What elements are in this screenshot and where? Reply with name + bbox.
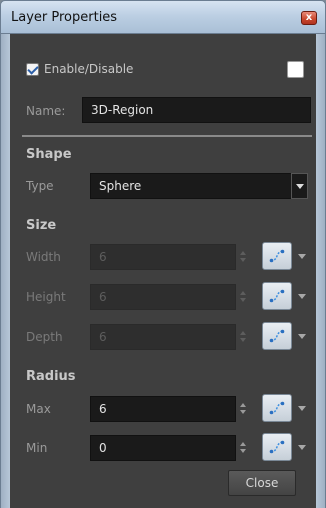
min-label: Min <box>26 441 48 455</box>
depth-function-button[interactable] <box>262 322 292 350</box>
width-function-button[interactable] <box>262 242 292 270</box>
max-spinner-icon[interactable] <box>239 403 247 415</box>
type-select[interactable]: Sphere <box>90 173 293 199</box>
divider <box>22 135 312 137</box>
close-window-icon[interactable]: x <box>301 11 317 25</box>
depth-label: Depth <box>26 330 63 344</box>
properties-panel: Enable/Disable Name: 3D-Region Shape Typ… <box>10 34 316 508</box>
min-function-chevron-down-icon[interactable] <box>298 445 306 450</box>
name-label: Name: <box>26 104 66 118</box>
height-field[interactable]: 6 <box>90 284 236 310</box>
max-field[interactable]: 6 <box>90 396 236 422</box>
height-spinner-icon[interactable] <box>239 291 247 303</box>
function-curve-icon <box>269 440 285 454</box>
width-field[interactable]: 6 <box>90 244 236 270</box>
layer-properties-window: Layer Properties x Enable/Disable Name: … <box>0 0 326 508</box>
shape-section-label: Shape <box>26 147 72 162</box>
min-function-button[interactable] <box>262 433 292 461</box>
function-curve-icon <box>269 401 285 415</box>
width-function-chevron-down-icon[interactable] <box>298 254 306 259</box>
height-label: Height <box>26 290 66 304</box>
depth-spinner-icon[interactable] <box>239 331 247 343</box>
type-label: Type <box>26 179 54 193</box>
width-spinner-icon[interactable] <box>239 251 247 263</box>
layer-color-swatch[interactable] <box>287 61 304 78</box>
depth-field[interactable]: 6 <box>90 324 236 350</box>
function-curve-icon <box>269 289 285 303</box>
min-field[interactable]: 0 <box>90 435 236 461</box>
enable-label: Enable/Disable <box>44 62 134 76</box>
window-title: Layer Properties <box>11 10 118 25</box>
height-function-chevron-down-icon[interactable] <box>298 294 306 299</box>
height-function-button[interactable] <box>262 282 292 310</box>
max-function-chevron-down-icon[interactable] <box>298 406 306 411</box>
function-curve-icon <box>269 249 285 263</box>
function-curve-icon <box>269 329 285 343</box>
radius-section-label: Radius <box>26 369 76 384</box>
size-section-label: Size <box>26 218 57 233</box>
title-bar[interactable]: Layer Properties x <box>0 0 326 34</box>
window-frame-right <box>316 34 326 508</box>
enable-checkbox[interactable] <box>26 63 39 76</box>
width-label: Width <box>26 250 61 264</box>
name-field[interactable]: 3D-Region <box>82 97 311 123</box>
max-label: Max <box>26 402 51 416</box>
window-frame-left <box>0 34 10 508</box>
min-spinner-icon[interactable] <box>239 442 247 454</box>
depth-function-chevron-down-icon[interactable] <box>298 334 306 339</box>
chevron-down-icon[interactable] <box>291 173 308 199</box>
close-button[interactable]: Close <box>228 470 296 496</box>
max-function-button[interactable] <box>262 394 292 422</box>
